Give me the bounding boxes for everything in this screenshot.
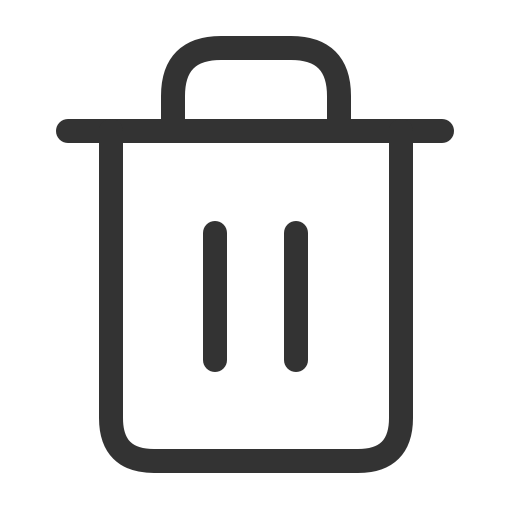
trash-icon-graphic [56, 36, 454, 473]
trash-icon[interactable] [0, 0, 512, 512]
trash-body [99, 119, 413, 473]
trash-handle [161, 36, 351, 132]
icon-canvas [0, 0, 512, 512]
